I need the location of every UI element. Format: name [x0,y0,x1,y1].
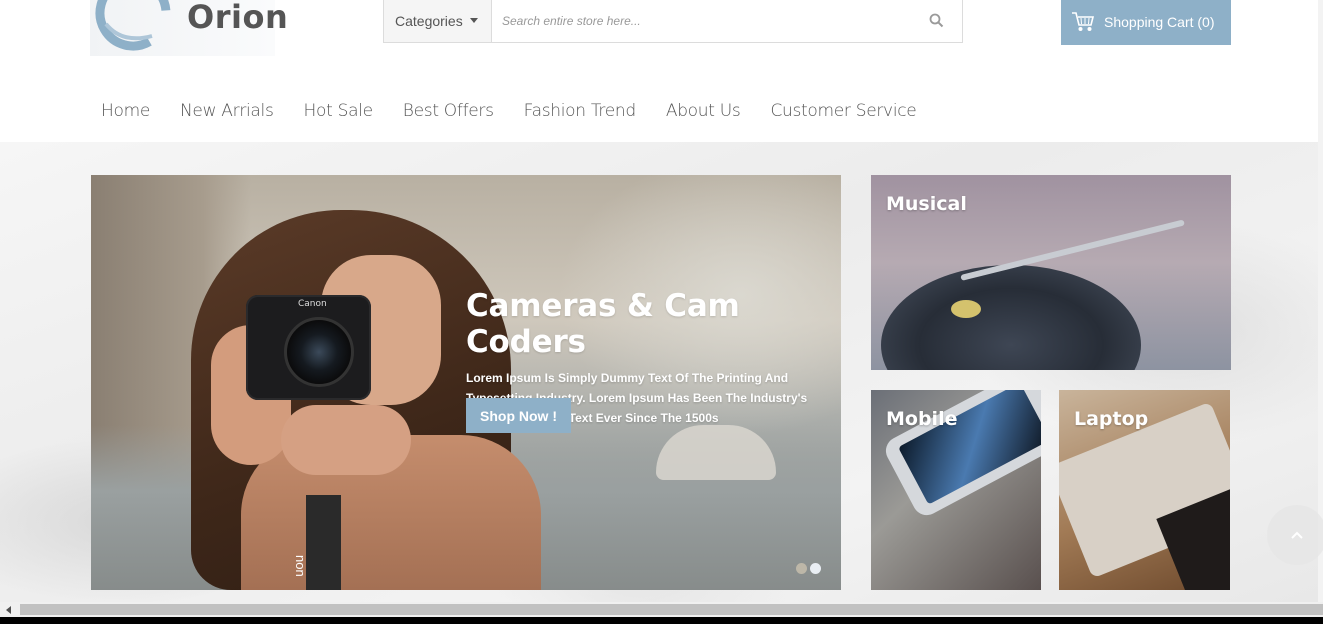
search-icon [929,13,943,28]
camera-image: Canon [246,295,371,400]
search-bar: Categories [383,0,963,43]
nav-item-hot-sale[interactable]: Hot Sale [304,101,374,121]
camera-strap [306,495,341,590]
main-nav: Home New Arrials Hot Sale Best Offers Fa… [101,101,946,121]
arrow-left-icon [6,605,11,614]
slider-dot-1[interactable] [796,563,807,574]
back-to-top-button[interactable] [1267,505,1323,565]
horizontal-scroll-thumb[interactable] [20,604,1323,615]
category-tile-musical[interactable]: Musical [871,175,1231,370]
nav-item-fashion-trend[interactable]: Fashion Trend [524,101,637,121]
cart-label: Shopping Cart (0) [1104,13,1215,30]
caret-down-icon [469,18,478,23]
chevron-up-icon [1291,531,1303,539]
nav-item-customer-service[interactable]: Customer Service [770,101,916,121]
scroll-left-button[interactable] [0,602,18,617]
category-label-mobile: Mobile [886,408,958,430]
window-bottom-edge [0,617,1323,624]
nav-item-best-offers[interactable]: Best Offers [403,101,494,121]
nav-item-about-us[interactable]: About Us [666,101,741,121]
camera-brand-text: Canon [298,299,327,309]
camera-strap-text: non [293,555,308,577]
slide-image-hand [281,405,411,475]
slider-dot-2[interactable] [810,563,821,574]
categories-label: Categories [395,12,463,29]
horizontal-scrollbar[interactable] [0,602,1323,617]
categories-dropdown[interactable]: Categories [384,0,492,42]
category-label-musical: Musical [886,193,967,215]
cart-icon [1072,11,1095,31]
slider-pagination [796,563,824,574]
record-label-image [951,300,981,318]
header: Orion Categories Shopping Cart (0) Home … [0,0,1318,142]
shopping-cart-button[interactable]: Shopping Cart (0) [1061,0,1231,45]
camera-lens [284,317,354,387]
tonearm-image [960,219,1185,281]
nav-item-home[interactable]: Home [101,101,150,121]
category-tile-mobile[interactable]: Mobile [871,390,1041,590]
search-input[interactable] [492,0,910,42]
shop-now-button[interactable]: Shop Now ! [466,398,571,433]
nav-item-new-arrivals[interactable]: New Arrials [180,101,274,121]
turntable-record-image [881,265,1141,370]
brand-name: Orion [187,0,289,36]
category-label-laptop: Laptop [1074,408,1149,430]
site-logo[interactable]: Orion [90,0,288,56]
logo-mark-icon [95,0,171,51]
slide-title: Cameras & Cam Coders [466,288,740,360]
search-button[interactable] [910,0,962,42]
vertical-scrollbar-track[interactable] [1318,0,1323,602]
category-tile-laptop[interactable]: Laptop [1059,390,1230,590]
